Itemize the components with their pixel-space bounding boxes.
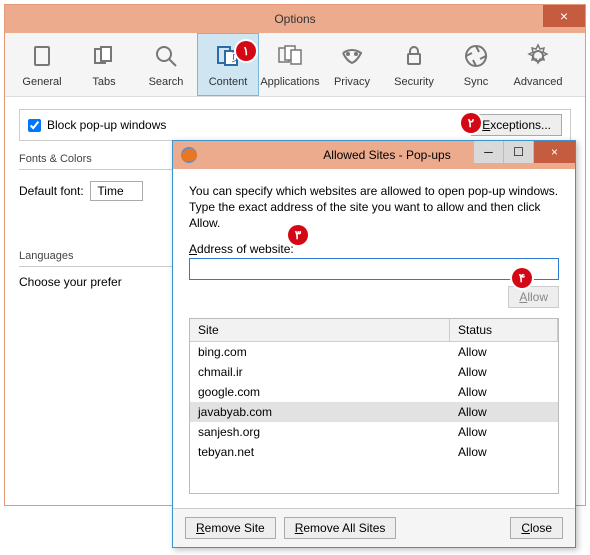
popup-titlebar[interactable]: Allowed Sites - Pop-ups ─ ☐ ×: [173, 141, 575, 169]
tab-general[interactable]: General: [11, 33, 73, 96]
allowed-sites-window: Allowed Sites - Pop-ups ─ ☐ × You can sp…: [172, 140, 576, 548]
table-row[interactable]: sanjesh.orgAllow: [190, 422, 558, 442]
font-select[interactable]: Time: [90, 181, 142, 201]
table-row[interactable]: javabyab.comAllow: [190, 402, 558, 422]
tab-privacy[interactable]: Privacy: [321, 33, 383, 96]
address-input[interactable]: [189, 258, 559, 280]
block-popup-checkbox[interactable]: [28, 119, 41, 132]
tab-applications[interactable]: Applications: [259, 33, 321, 96]
table-header: Site Status: [190, 319, 558, 342]
maximize-button[interactable]: ☐: [503, 141, 533, 163]
general-icon: [27, 41, 57, 74]
table-row[interactable]: tebyan.netAllow: [190, 442, 558, 462]
badge-4: ۴: [512, 268, 532, 288]
tab-search[interactable]: Search: [135, 33, 197, 96]
badge-1: ۱: [236, 41, 256, 61]
table-row[interactable]: bing.comAllow: [190, 342, 558, 362]
privacy-icon: [337, 41, 367, 74]
firefox-icon: [179, 145, 199, 165]
options-close-button[interactable]: ×: [543, 5, 585, 27]
applications-icon: [275, 41, 305, 74]
badge-2: ۲: [461, 113, 481, 133]
sites-table: Site Status bing.comAllowchmail.irAllowg…: [189, 318, 559, 494]
tabs-icon: [89, 41, 119, 74]
exceptions-label: xceptions...: [490, 118, 551, 132]
remove-all-button[interactable]: Remove All Sites: [284, 517, 397, 539]
col-status[interactable]: Status: [450, 319, 558, 341]
badge-3: ۳: [288, 225, 308, 245]
popup-window-controls: ─ ☐ ×: [473, 141, 575, 163]
address-label: Address of website:: [189, 242, 559, 256]
tab-security[interactable]: Security: [383, 33, 445, 96]
block-popup-row: Block pop-up windows Exceptions...: [19, 109, 571, 141]
popup-footer: Remove Site Remove All Sites Close: [173, 508, 575, 547]
tab-tabs[interactable]: Tabs: [73, 33, 135, 96]
tab-advanced[interactable]: Advanced: [507, 33, 569, 96]
close-button[interactable]: Close: [510, 517, 563, 539]
col-site[interactable]: Site: [190, 319, 450, 341]
search-icon: [151, 41, 181, 74]
security-icon: [399, 41, 429, 74]
options-titlebar[interactable]: Options ×: [5, 5, 585, 33]
default-font-label: Default font:: [19, 184, 84, 198]
options-toolbar: GeneralTabsSearch页ContentApplicationsPri…: [5, 33, 585, 97]
allow-button[interactable]: Allow: [508, 286, 559, 308]
remove-site-button[interactable]: Remove Site: [185, 517, 276, 539]
tab-sync[interactable]: Sync: [445, 33, 507, 96]
table-row[interactable]: google.comAllow: [190, 382, 558, 402]
advanced-icon: [523, 41, 553, 74]
minimize-button[interactable]: ─: [473, 141, 503, 163]
table-row[interactable]: chmail.irAllow: [190, 362, 558, 382]
options-title: Options: [5, 12, 585, 26]
popup-close-button[interactable]: ×: [533, 141, 575, 163]
popup-body: You can specify which websites are allow…: [173, 169, 575, 494]
exceptions-button[interactable]: Exceptions...: [471, 114, 562, 136]
sync-icon: [461, 41, 491, 74]
popup-description: You can specify which websites are allow…: [189, 183, 559, 232]
block-popup-label: Block pop-up windows: [47, 118, 166, 132]
